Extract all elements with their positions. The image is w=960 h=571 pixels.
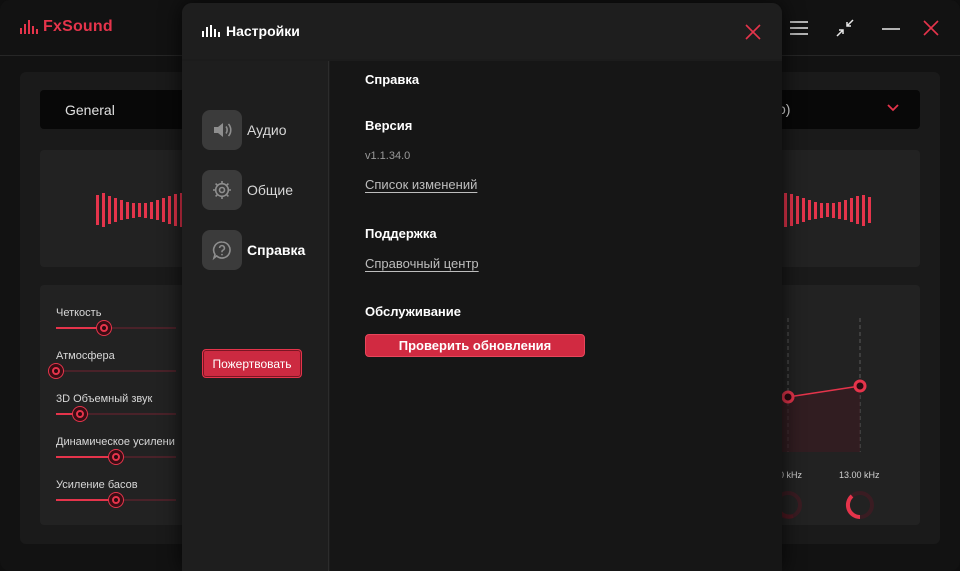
- visualizer-bar: [120, 200, 123, 220]
- nav-item-help[interactable]: Справка: [202, 230, 329, 270]
- slider-fill: [56, 499, 116, 501]
- nav-item-general[interactable]: Общие: [202, 170, 329, 210]
- maintenance-heading: Обслуживание: [365, 304, 462, 319]
- effect-3d-surround: 3D Объемный звук: [56, 393, 176, 421]
- slider-knob[interactable]: [49, 364, 63, 378]
- visualizer-bar: [838, 201, 841, 219]
- help-center-link[interactable]: Справочный центр: [365, 256, 479, 271]
- visualizer-bar: [856, 196, 859, 224]
- visualizer-bar: [862, 194, 865, 226]
- slider-knob[interactable]: [97, 321, 111, 335]
- version-value: v1.1.34.0: [365, 150, 411, 162]
- slider-fill: [56, 456, 116, 458]
- visualizer-bar: [156, 200, 159, 220]
- visualizer-bar: [826, 203, 829, 217]
- visualizer-bar: [114, 198, 117, 222]
- settings-dialog: Настройки Аудио Общие Справка Пожертвова…: [182, 3, 782, 571]
- collapse-arrows-icon: [836, 19, 854, 37]
- effect-slider[interactable]: [49, 364, 176, 378]
- effect-label: Атмосфера: [56, 350, 115, 362]
- visualizer-bar: [132, 202, 135, 218]
- visualizer-bar: [138, 203, 141, 217]
- nav-label: Справка: [247, 242, 306, 258]
- effect-bass-boost: Усиление басов: [56, 479, 176, 507]
- effect-clarity: Четкость: [56, 307, 176, 335]
- speaker-icon: [202, 110, 242, 150]
- shrink-button[interactable]: [833, 16, 857, 40]
- visualizer-bar: [108, 196, 111, 224]
- visualizer-bar: [820, 202, 823, 218]
- nav-label: Аудио: [247, 122, 287, 138]
- donate-button[interactable]: Пожертвовать: [202, 349, 302, 378]
- help-icon: [202, 230, 242, 270]
- minimize-icon: [882, 28, 900, 30]
- visualizer-bar: [850, 198, 853, 222]
- visualizer-bar: [784, 193, 787, 227]
- visualizer-bar: [808, 200, 811, 220]
- preset-label: General: [65, 102, 115, 118]
- settings-close-button[interactable]: [742, 21, 764, 43]
- slider-knob[interactable]: [109, 450, 123, 464]
- nav-label: Общие: [247, 182, 294, 198]
- effect-ambience: Атмосфера: [49, 350, 176, 378]
- visualizer-bar: [126, 201, 129, 219]
- visualizer-bar: [802, 198, 805, 222]
- effect-slider[interactable]: [56, 407, 176, 421]
- slider-knob[interactable]: [109, 493, 123, 507]
- visualizer-bar: [168, 196, 171, 224]
- effect-label: Динамическое усилени: [56, 436, 175, 448]
- support-heading: Поддержка: [365, 226, 437, 241]
- visualizer-bar: [832, 202, 835, 218]
- version-heading: Версия: [365, 118, 413, 133]
- settings-header: Настройки: [182, 3, 782, 59]
- page-title: Справка: [365, 72, 420, 87]
- eq-freq-label: 0 kHz: [779, 470, 803, 480]
- visualizer-bar: [96, 195, 99, 225]
- settings-title: Настройки: [226, 23, 300, 39]
- eq-freq-label: 13.00 kHz: [839, 470, 880, 480]
- visualizer-bars-right: [784, 193, 871, 227]
- logo-bars-icon: [20, 20, 38, 34]
- visualizer-bar: [790, 194, 793, 226]
- menu-button[interactable]: [787, 16, 811, 40]
- visualizer-bar: [814, 201, 817, 219]
- check-updates-button[interactable]: Проверить обновления: [365, 334, 585, 357]
- effect-label: Усиление басов: [56, 479, 138, 491]
- close-icon: [923, 20, 939, 36]
- visualizer-bar: [144, 202, 147, 218]
- eq-band-knob[interactable]: [781, 390, 795, 404]
- effect-dynamic-boost: Динамическое усилени: [56, 436, 176, 464]
- visualizer-bar: [796, 196, 799, 224]
- app-brand: FxSound: [43, 18, 113, 35]
- visualizer-bar: [844, 200, 847, 220]
- close-app-button[interactable]: [919, 16, 943, 40]
- settings-sidebar: Аудио Общие Справка Пожертвовать: [182, 61, 329, 571]
- effect-slider[interactable]: [56, 450, 176, 464]
- slider-knob[interactable]: [73, 407, 87, 421]
- settings-bars-icon: [202, 25, 220, 37]
- help-page: Справка Версия v1.1.34.0 Список изменени…: [330, 61, 782, 571]
- visualizer-bars-left: [96, 193, 183, 227]
- effect-slider[interactable]: [56, 321, 176, 335]
- effect-label: 3D Объемный звук: [56, 393, 153, 405]
- chevron-down-icon: [887, 104, 899, 112]
- hamburger-icon: [790, 21, 808, 35]
- gear-icon: [202, 170, 242, 210]
- app-logo: FxSound: [20, 18, 113, 36]
- effect-slider[interactable]: [56, 493, 176, 507]
- eq-band-knob[interactable]: [853, 379, 867, 393]
- visualizer-bar: [102, 193, 105, 227]
- close-icon: [745, 24, 761, 40]
- minimize-button[interactable]: [879, 16, 903, 40]
- nav-item-audio[interactable]: Аудио: [202, 110, 329, 150]
- visualizer-bar: [150, 201, 153, 219]
- visualizer-bar: [868, 197, 871, 223]
- visualizer-bar: [174, 194, 177, 226]
- changelog-link[interactable]: Список изменений: [365, 177, 477, 192]
- visualizer-bar: [162, 198, 165, 222]
- effect-label: Четкость: [56, 307, 102, 319]
